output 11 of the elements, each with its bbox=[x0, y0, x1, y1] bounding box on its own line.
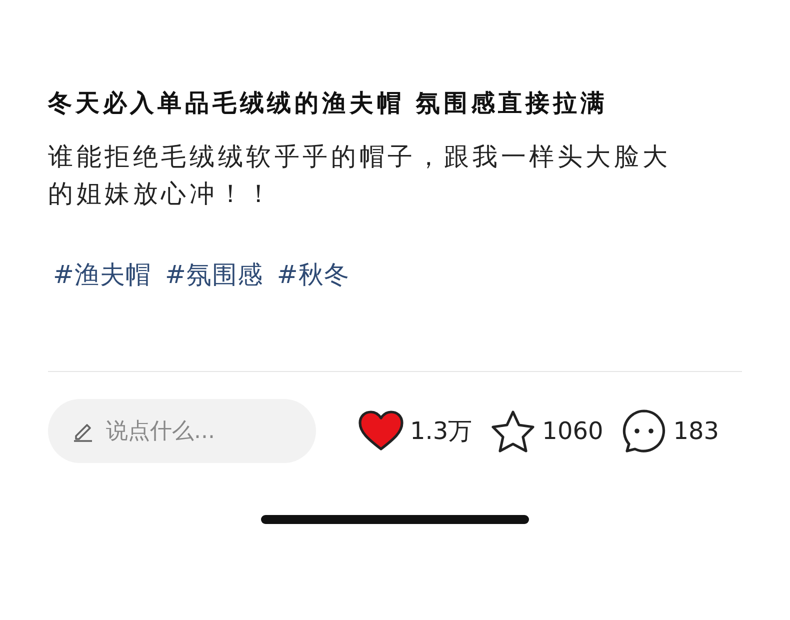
like-button[interactable]: 1.3万 bbox=[358, 410, 472, 452]
post-title: 冬天必入单品毛绒绒的渔夫帽 氛围感直接拉满 bbox=[48, 88, 609, 119]
chat-bubble-icon bbox=[621, 408, 668, 454]
comment-button[interactable]: 183 bbox=[621, 408, 720, 454]
hashtag-link[interactable]: #氛围感 bbox=[164, 258, 263, 291]
comment-field[interactable]: 说点什么... bbox=[106, 418, 306, 444]
collect-button[interactable]: 1060 bbox=[490, 409, 604, 453]
hashtag-link[interactable]: #秋冬 bbox=[276, 258, 350, 291]
post-body: 谁能拒绝毛绒绒软乎乎的帽子，跟我一样头大脸大的姐妹放心冲！！ bbox=[48, 141, 672, 210]
hashtag-link[interactable]: #渔夫帽 bbox=[53, 258, 151, 291]
comment-field[interactable]: 说点什么... bbox=[48, 399, 316, 463]
